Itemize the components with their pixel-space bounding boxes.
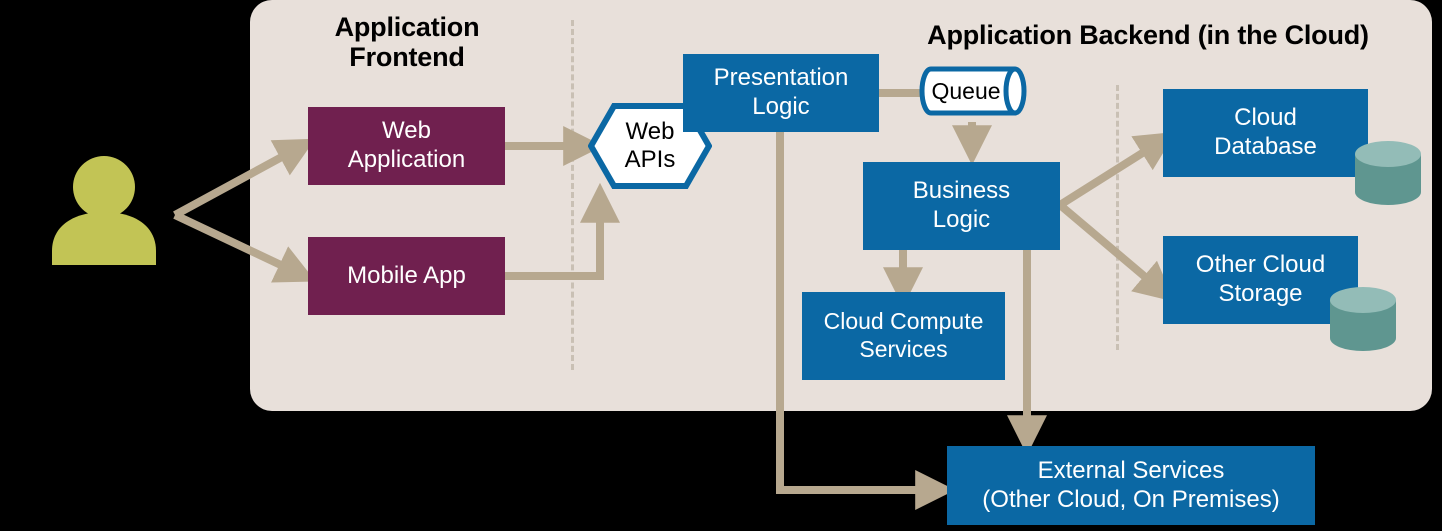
database-cylinder-icon xyxy=(1355,141,1421,205)
node-web-application[interactable]: Web Application xyxy=(308,107,505,185)
node-queue[interactable]: Queue xyxy=(919,66,1029,116)
node-cloud-database[interactable]: Cloud Database xyxy=(1163,89,1368,177)
node-mobile-app[interactable]: Mobile App xyxy=(308,237,505,315)
user-icon xyxy=(52,156,156,265)
diagram-canvas: Application Frontend Application Backend … xyxy=(0,0,1442,531)
node-cloud-compute-services[interactable]: Cloud Compute Services xyxy=(802,292,1005,380)
node-business-logic[interactable]: Business Logic xyxy=(863,162,1060,250)
node-presentation-logic[interactable]: Presentation Logic xyxy=(683,54,879,132)
node-external-services[interactable]: External Services (Other Cloud, On Premis… xyxy=(947,446,1315,525)
node-queue-label: Queue xyxy=(931,77,1001,104)
database-cylinder-icon xyxy=(1330,287,1396,351)
